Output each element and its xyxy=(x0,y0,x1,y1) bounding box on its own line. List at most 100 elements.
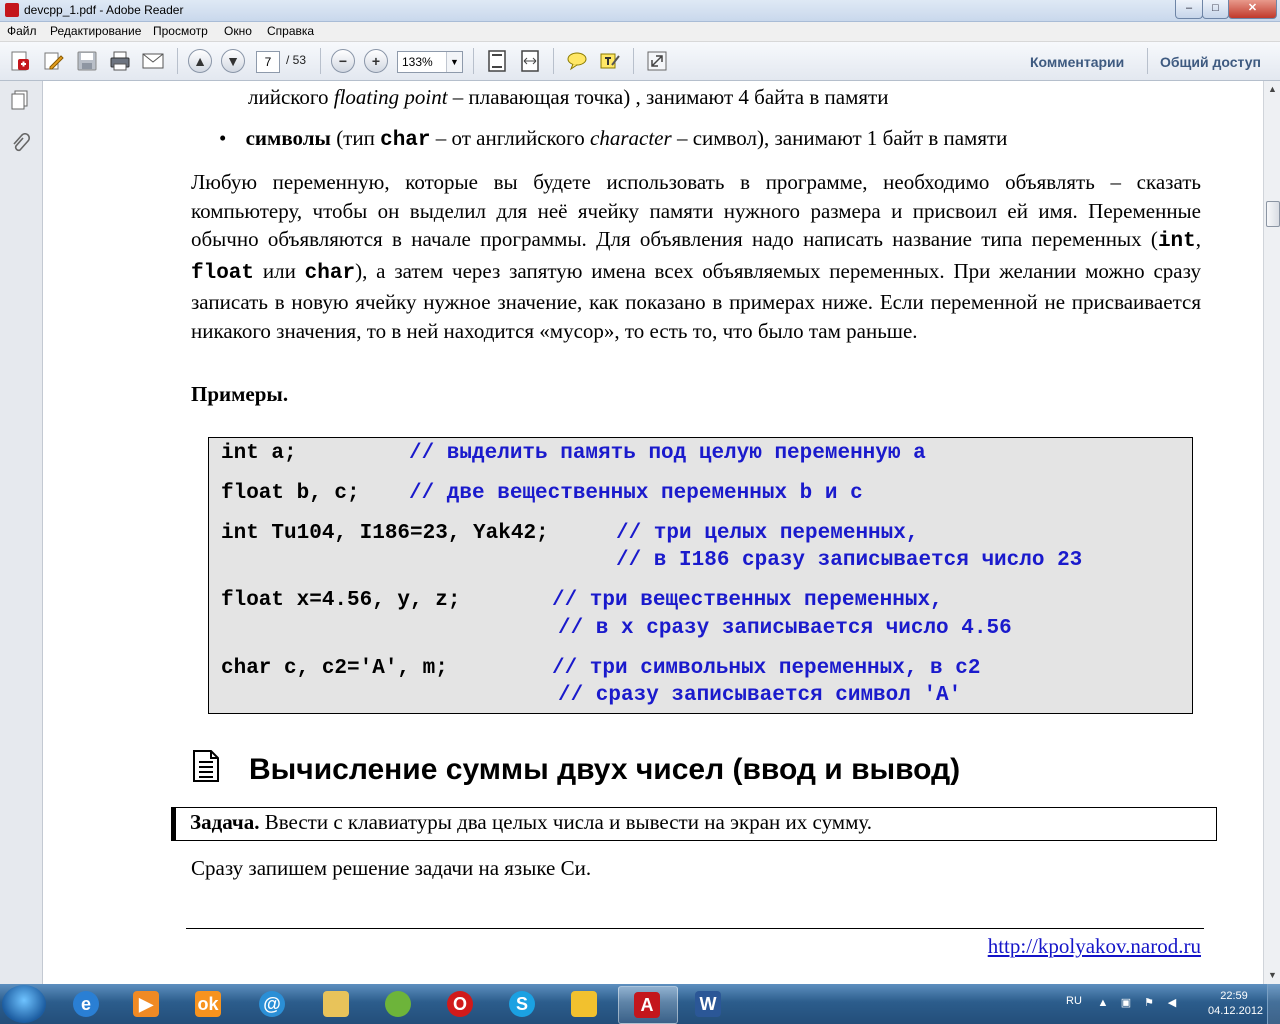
taskbar-odnoklassniki[interactable]: ok xyxy=(180,986,238,1022)
menu-bar: Файл Редактирование Просмотр Окно Справк… xyxy=(0,22,1280,42)
menu-edit[interactable]: Редактирование xyxy=(50,24,141,38)
document-page: лийского floating point – плавающая точк… xyxy=(43,81,1263,984)
zoom-select[interactable]: 133% ▼ xyxy=(397,51,463,73)
taskbar-adobe-reader[interactable]: A xyxy=(618,986,678,1024)
menu-view[interactable]: Просмотр xyxy=(153,24,208,38)
section-title: Вычисление суммы двух чисел (ввод и выво… xyxy=(249,753,961,786)
code-line: int Tu104, I186=23, Yak42; xyxy=(221,522,549,545)
menu-window[interactable]: Окно xyxy=(224,24,252,38)
toolbar-separator xyxy=(633,48,634,74)
folder-icon xyxy=(323,991,349,1017)
zoom-value: 133% xyxy=(402,55,433,69)
text-fragment: или xyxy=(254,258,305,283)
code-term: int xyxy=(1157,230,1196,254)
code-term: char xyxy=(304,261,356,285)
code-term: float xyxy=(191,261,255,285)
code-comment: // три символьных переменных, в c2 xyxy=(552,657,981,680)
code-comment: // сразу записывается символ 'A' xyxy=(558,684,962,707)
task-box: Задача. Ввести с клавиатуры два целых чи… xyxy=(171,807,1217,841)
text-fragment: – плавающая точка) , занимают 4 байта в … xyxy=(447,85,889,109)
menu-help[interactable]: Справка xyxy=(267,24,314,38)
text-fragment: Любую переменную, которые вы будете испо… xyxy=(191,170,1201,252)
highlight-icon[interactable] xyxy=(598,49,622,73)
document-icon xyxy=(193,750,219,782)
body-paragraph: Любую переменную, которые вы будете испо… xyxy=(191,168,1201,346)
scroll-down-arrow-icon[interactable]: ▼ xyxy=(1264,967,1280,984)
save-icon[interactable] xyxy=(75,49,99,73)
taskbar: e ▶ ok @ O S A W RU ▲ ▣ ⚑ ◀ 22:59 04.12.… xyxy=(0,984,1280,1024)
pages-icon[interactable] xyxy=(9,89,31,111)
start-button[interactable] xyxy=(2,985,46,1023)
taskbar-opera[interactable]: O xyxy=(432,986,490,1022)
taskbar-skype[interactable]: S xyxy=(494,986,552,1022)
taskbar-media-player[interactable]: ▶ xyxy=(118,986,176,1022)
bullet: • xyxy=(219,126,227,150)
taskbar-pinball[interactable] xyxy=(370,986,428,1022)
code-example-box: int a; // выделить память под целую пере… xyxy=(208,437,1193,714)
solution-text: Сразу запишем решение задачи на языке Си… xyxy=(191,856,592,880)
fit-width-icon[interactable] xyxy=(518,49,542,73)
pinball-icon xyxy=(385,991,411,1017)
window-title: devcpp_1.pdf - Adobe Reader xyxy=(24,3,184,17)
taskbar-file-explorer[interactable] xyxy=(308,986,366,1022)
adobe-reader-icon: A xyxy=(634,992,660,1018)
italic-term: floating point xyxy=(333,85,448,109)
close-button[interactable]: ✕ xyxy=(1228,0,1277,19)
zoom-in-button[interactable]: + xyxy=(364,49,388,73)
code-comment: // выделить память под целую переменную … xyxy=(409,442,926,465)
code-line: char c, c2='A', m; xyxy=(221,657,448,680)
network-icon: @ xyxy=(259,991,285,1017)
bullet-list-item: • символы (тип char – от английского cha… xyxy=(219,126,1007,152)
opera-icon: O xyxy=(447,991,473,1017)
language-indicator[interactable]: RU xyxy=(1066,995,1082,1007)
page-number-input[interactable]: 7 xyxy=(256,51,280,73)
share-panel-link[interactable]: Общий доступ xyxy=(1160,54,1261,70)
edit-pdf-icon[interactable] xyxy=(42,49,66,73)
show-desktop-button[interactable] xyxy=(1267,984,1280,1024)
previous-page-button[interactable]: ▲ xyxy=(188,49,212,73)
toolbar-separator xyxy=(177,48,178,74)
minimize-button[interactable]: – xyxy=(1175,0,1203,19)
clock-time: 22:59 xyxy=(1220,990,1248,1002)
toolbar-separator xyxy=(473,48,474,74)
odnoklassniki-icon: ok xyxy=(195,991,221,1017)
text-fragment: – символ), занимают 1 байт в памяти xyxy=(671,126,1008,150)
taskbar-network[interactable]: @ xyxy=(244,986,302,1022)
bullet-content: символы (тип char – от английского chara… xyxy=(245,126,1008,152)
comments-panel-link[interactable]: Комментарии xyxy=(1030,54,1124,70)
maximize-button[interactable]: □ xyxy=(1202,0,1229,19)
footer-link[interactable]: http://kpolyakov.narod.ru xyxy=(988,934,1201,959)
show-hidden-icons-icon[interactable]: ▲ xyxy=(1097,997,1109,1009)
taskbar-word[interactable]: W xyxy=(680,986,738,1022)
volume-icon[interactable]: ◀ xyxy=(1166,997,1178,1009)
action-center-icon[interactable]: ⚑ xyxy=(1143,997,1155,1009)
comment-icon[interactable] xyxy=(565,49,589,73)
text-line-floating-point: лийского floating point – плавающая точк… xyxy=(248,85,888,110)
title-bar: devcpp_1.pdf - Adobe Reader – □ ✕ xyxy=(0,0,1280,22)
skype-icon: S xyxy=(509,991,535,1017)
next-page-button[interactable]: ▼ xyxy=(221,49,245,73)
email-icon[interactable] xyxy=(141,49,165,73)
footer-divider xyxy=(186,928,1204,929)
scroll-thumb[interactable] xyxy=(1266,201,1280,227)
print-icon[interactable] xyxy=(108,49,132,73)
paperclip-icon[interactable] xyxy=(9,133,31,155)
toolbar-separator xyxy=(1147,48,1148,74)
system-clock[interactable]: 22:59 04.12.2012 xyxy=(1208,989,1263,1019)
toolbar: ▲ ▼ 7 / 53 − + 133% ▼ Комментарии Общий … xyxy=(0,42,1280,81)
scroll-up-arrow-icon[interactable]: ▲ xyxy=(1264,81,1280,98)
create-pdf-icon[interactable] xyxy=(8,49,32,73)
code-comment: // в x сразу записывается число 4.56 xyxy=(558,617,1012,640)
menu-file[interactable]: Файл xyxy=(7,24,37,38)
network-tray-icon[interactable]: ▣ xyxy=(1120,997,1132,1009)
fit-page-icon[interactable] xyxy=(485,49,509,73)
bold-term: символы xyxy=(245,126,331,150)
code-comment: // две вещественных переменных b и c xyxy=(409,482,863,505)
chevron-down-icon[interactable]: ▼ xyxy=(446,52,462,72)
taskbar-security-center[interactable] xyxy=(556,986,614,1022)
code-line: int a; xyxy=(221,442,297,465)
vertical-scrollbar[interactable]: ▲ ▼ xyxy=(1263,81,1280,984)
expand-icon[interactable] xyxy=(645,49,669,73)
taskbar-internet-explorer[interactable]: e xyxy=(58,986,116,1022)
zoom-out-button[interactable]: − xyxy=(331,49,355,73)
